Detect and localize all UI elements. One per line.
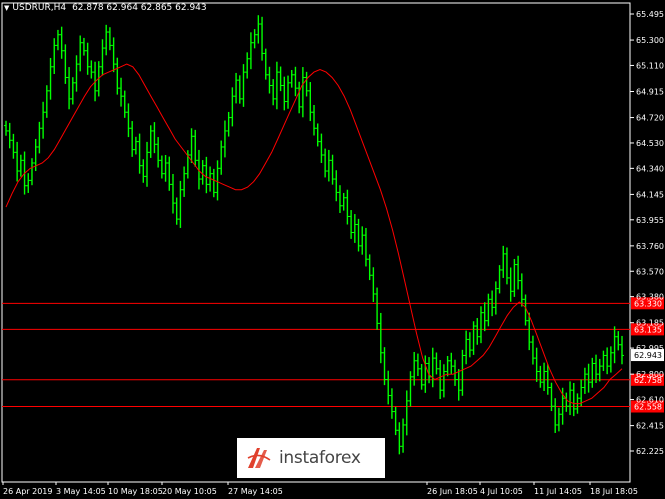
price-axis: 65.495 65.300 65.110 64.915 64.720 64.530 64.3… [630, 10, 664, 456]
y-tick-label: 64.915 [636, 88, 664, 97]
y-tick-label: 63.570 [636, 267, 664, 276]
symbol-label: USDRUR,H4 [12, 3, 67, 13]
y-tick-label: 64.145 [636, 190, 664, 199]
y-tick-label: 64.530 [636, 139, 664, 148]
y-tick-label: 63.955 [636, 216, 664, 225]
x-tick-label: 20 May 10:05 [162, 487, 217, 496]
y-tick-label: 62.610 [636, 396, 664, 405]
y-tick-label: 65.300 [636, 36, 664, 45]
y-tick-label: 62.415 [636, 422, 664, 431]
watermark-banner: instaforex [237, 438, 385, 478]
price-chart[interactable]: 63.33063.13562.75862.55862.943 65.49565.… [0, 0, 665, 499]
chevron-down-icon[interactable]: ▼ [4, 4, 9, 12]
x-tick-label: 4 Jul 10:05 [480, 487, 523, 496]
y-tick-label: 65.110 [636, 61, 664, 70]
y-tick-label: 65.495 [636, 10, 664, 19]
y-tick-label: 62.225 [636, 447, 664, 456]
x-tick-label: 26 Jun 18:05 [427, 487, 478, 496]
x-tick-label: 3 May 14:05 [56, 487, 106, 496]
x-tick-label: 26 Apr 2019 [3, 487, 52, 496]
horizontal-levels: 63.33063.13562.75862.55862.943 [2, 297, 664, 413]
instaforex-logo-icon [247, 448, 271, 468]
y-tick-label: 63.185 [636, 319, 664, 328]
y-tick-label: 63.760 [636, 242, 664, 251]
y-tick-label: 62.800 [636, 370, 664, 379]
y-tick-label: 64.720 [636, 114, 664, 123]
watermark-text: instaforex [279, 448, 361, 468]
price-bars [4, 15, 624, 455]
symbol-header: ▼ USDRUR,H4 62.878 62.964 62.865 62.943 [4, 3, 207, 13]
x-tick-label: 27 May 14:05 [228, 487, 283, 496]
x-tick-label: 10 May 18:05 [108, 487, 163, 496]
ohlc-values: 62.878 62.964 62.865 62.943 [72, 3, 207, 13]
time-axis: 26 Apr 2019 3 May 14:05 10 May 18:05 20 May… [2, 482, 638, 496]
y-tick-label: 63.380 [636, 293, 664, 302]
x-tick-label: 18 Jul 18:05 [590, 487, 638, 496]
y-tick-label: 62.995 [636, 344, 664, 353]
plot-border [1, 2, 631, 483]
x-tick-label: 11 Jul 14:05 [534, 487, 582, 496]
chart-plot-area [1, 2, 631, 483]
y-tick-label: 64.340 [636, 164, 664, 173]
